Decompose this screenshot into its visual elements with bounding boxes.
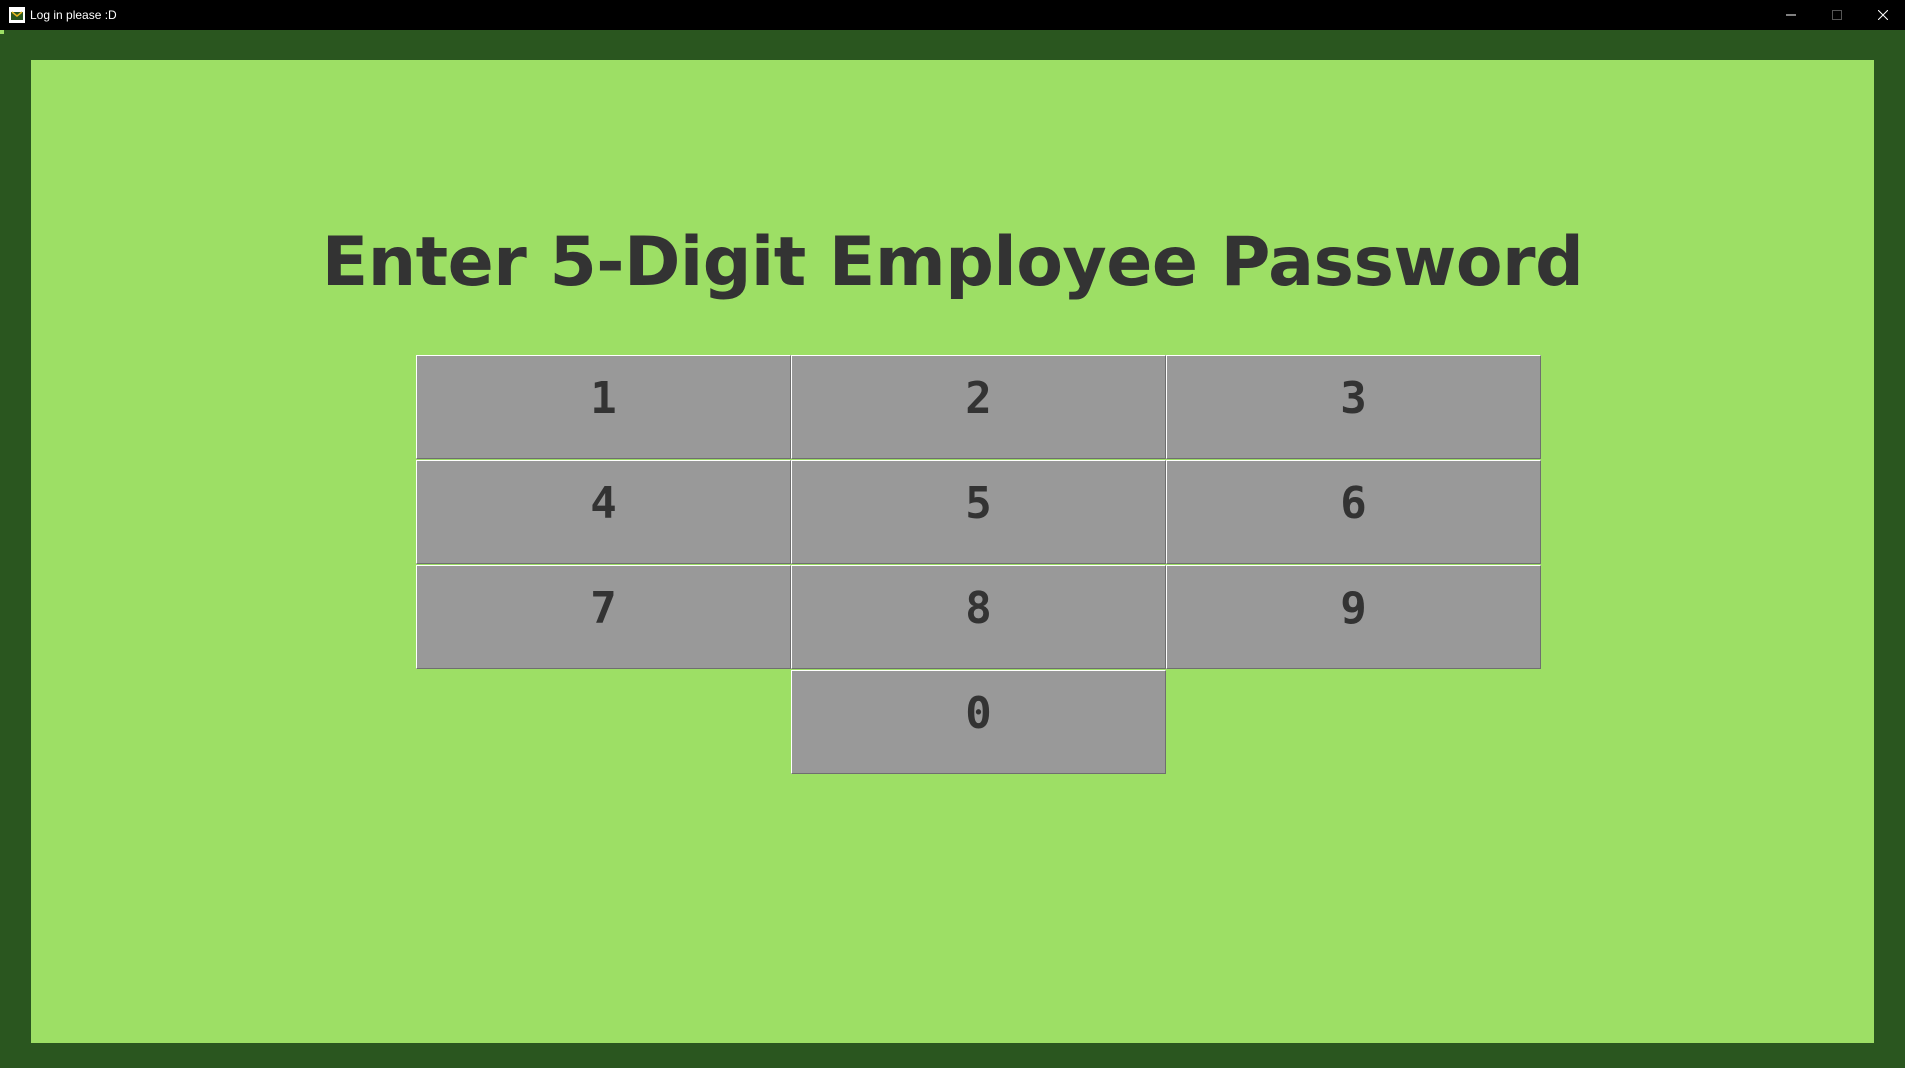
close-icon xyxy=(1878,10,1888,20)
keypad-label: 2 xyxy=(965,373,992,424)
keypad-label: 9 xyxy=(1340,583,1367,634)
keypad-button-6[interactable]: 6 xyxy=(1166,460,1541,564)
app-window: Log in please :D Enter 5-Digit Employee … xyxy=(0,0,1905,1068)
keypad-label: 3 xyxy=(1340,373,1367,424)
page-title: Enter 5-Digit Employee Password xyxy=(321,223,1584,302)
keypad-button-7[interactable]: 7 xyxy=(416,565,791,669)
frame-corner xyxy=(0,30,4,34)
app-logo-icon xyxy=(9,7,25,23)
maximize-button[interactable] xyxy=(1814,0,1860,30)
keypad-button-1[interactable]: 1 xyxy=(416,355,791,459)
minimize-button[interactable] xyxy=(1768,0,1814,30)
keypad-button-5[interactable]: 5 xyxy=(791,460,1166,564)
keypad-button-4[interactable]: 4 xyxy=(416,460,791,564)
keypad-label: 6 xyxy=(1340,478,1367,529)
keypad-button-8[interactable]: 8 xyxy=(791,565,1166,669)
keypad-button-9[interactable]: 9 xyxy=(1166,565,1541,669)
keypad-button-0[interactable]: 0 xyxy=(791,670,1166,774)
keypad-label: 7 xyxy=(590,583,617,634)
keypad-label: 8 xyxy=(965,583,992,634)
minimize-icon xyxy=(1786,14,1796,16)
keypad-label: 1 xyxy=(590,373,617,424)
maximize-icon xyxy=(1832,10,1842,20)
keypad-button-3[interactable]: 3 xyxy=(1166,355,1541,459)
title-bar[interactable]: Log in please :D xyxy=(0,0,1905,30)
keypad-label: 5 xyxy=(965,478,992,529)
keypad-label: 0 xyxy=(965,688,992,739)
keypad-button-2[interactable]: 2 xyxy=(791,355,1166,459)
close-button[interactable] xyxy=(1860,0,1905,30)
keypad-label: 4 xyxy=(590,478,617,529)
window-title: Log in please :D xyxy=(30,8,117,22)
